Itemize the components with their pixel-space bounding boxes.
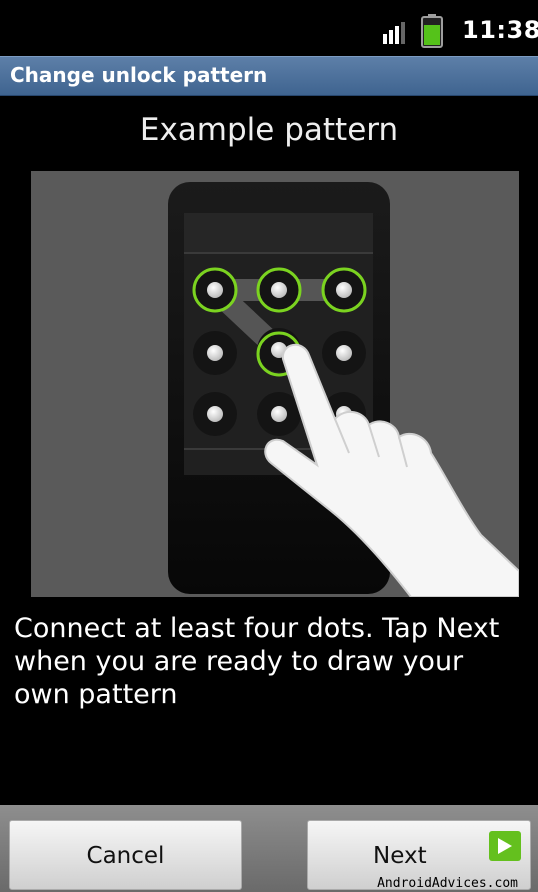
next-button[interactable]: Next AndroidAdvices.com bbox=[307, 820, 531, 891]
pattern-dot bbox=[207, 345, 223, 361]
example-heading: Example pattern bbox=[139, 112, 399, 148]
watermark: AndroidAdvices.com bbox=[377, 876, 518, 891]
cancel-button-label: Cancel bbox=[86, 843, 165, 869]
pattern-dot bbox=[271, 282, 287, 298]
cancel-button[interactable]: Cancel bbox=[9, 820, 242, 890]
pattern-phone-illustration bbox=[168, 182, 519, 597]
instructions-text: Connect at least four dots. Tap Next whe… bbox=[14, 613, 500, 710]
pattern-dot bbox=[271, 406, 287, 422]
title-bar: Change unlock pattern bbox=[0, 56, 538, 96]
status-bar: 11:38 bbox=[0, 0, 538, 56]
battery-icon bbox=[421, 14, 443, 48]
example-pattern-illustration bbox=[31, 171, 519, 597]
pattern-dot bbox=[207, 282, 223, 298]
clock: 11:38 bbox=[462, 16, 538, 44]
page-title: Change unlock pattern bbox=[10, 63, 268, 87]
next-button-label: Next bbox=[373, 843, 427, 869]
pattern-dot bbox=[336, 282, 352, 298]
pattern-dot bbox=[336, 345, 352, 361]
signal-bars-icon bbox=[383, 22, 405, 44]
bottom-button-bar: Cancel Next AndroidAdvices.com bbox=[0, 805, 538, 892]
arrow-right-icon bbox=[489, 831, 521, 861]
pattern-dot bbox=[207, 406, 223, 422]
